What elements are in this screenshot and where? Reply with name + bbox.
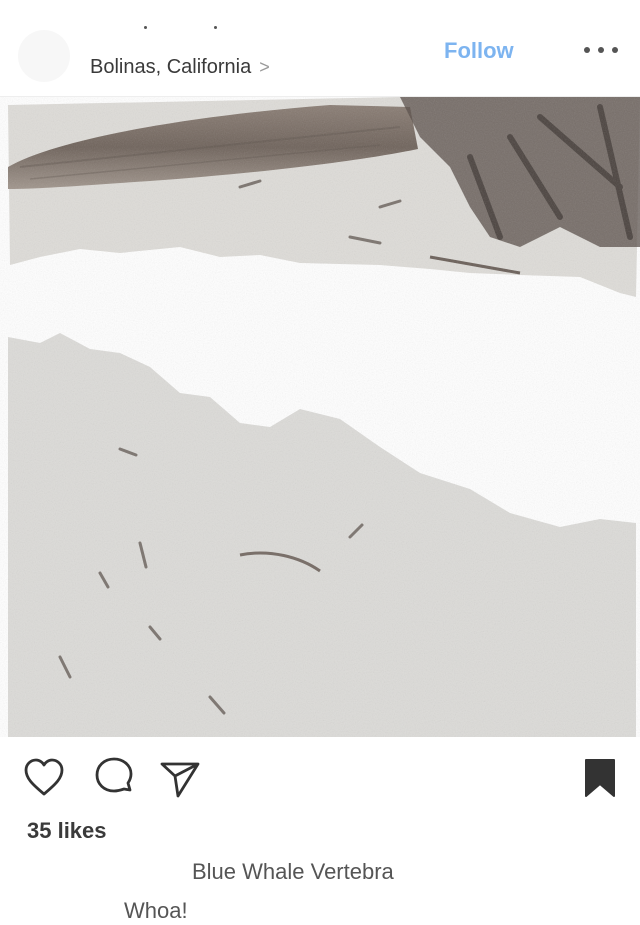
follow-button[interactable]: Follow — [444, 36, 514, 66]
beach-photo-illustration — [0, 97, 640, 737]
bookmark-icon[interactable] — [578, 756, 622, 800]
comment-icon[interactable] — [92, 756, 136, 800]
likes-count[interactable]: 35 likes — [27, 818, 107, 844]
location-label: Bolinas, California — [90, 55, 252, 78]
post-caption: Blue Whale Vertebra — [192, 859, 394, 884]
avatar[interactable] — [18, 30, 70, 82]
post-actions — [0, 748, 640, 808]
post-image[interactable] — [0, 96, 640, 737]
username-fragment — [140, 22, 260, 32]
instagram-post: Bolinas, California > Follow 35 likes Bl… — [0, 0, 640, 925]
heart-icon[interactable] — [22, 756, 66, 800]
send-icon[interactable] — [158, 756, 202, 800]
chevron-right-icon: > — [259, 56, 270, 77]
post-header: Bolinas, California > Follow — [0, 0, 640, 96]
location-link[interactable]: Bolinas, California > — [90, 54, 270, 80]
more-icon[interactable] — [584, 38, 618, 62]
comment-text: Whoa! — [124, 898, 188, 923]
